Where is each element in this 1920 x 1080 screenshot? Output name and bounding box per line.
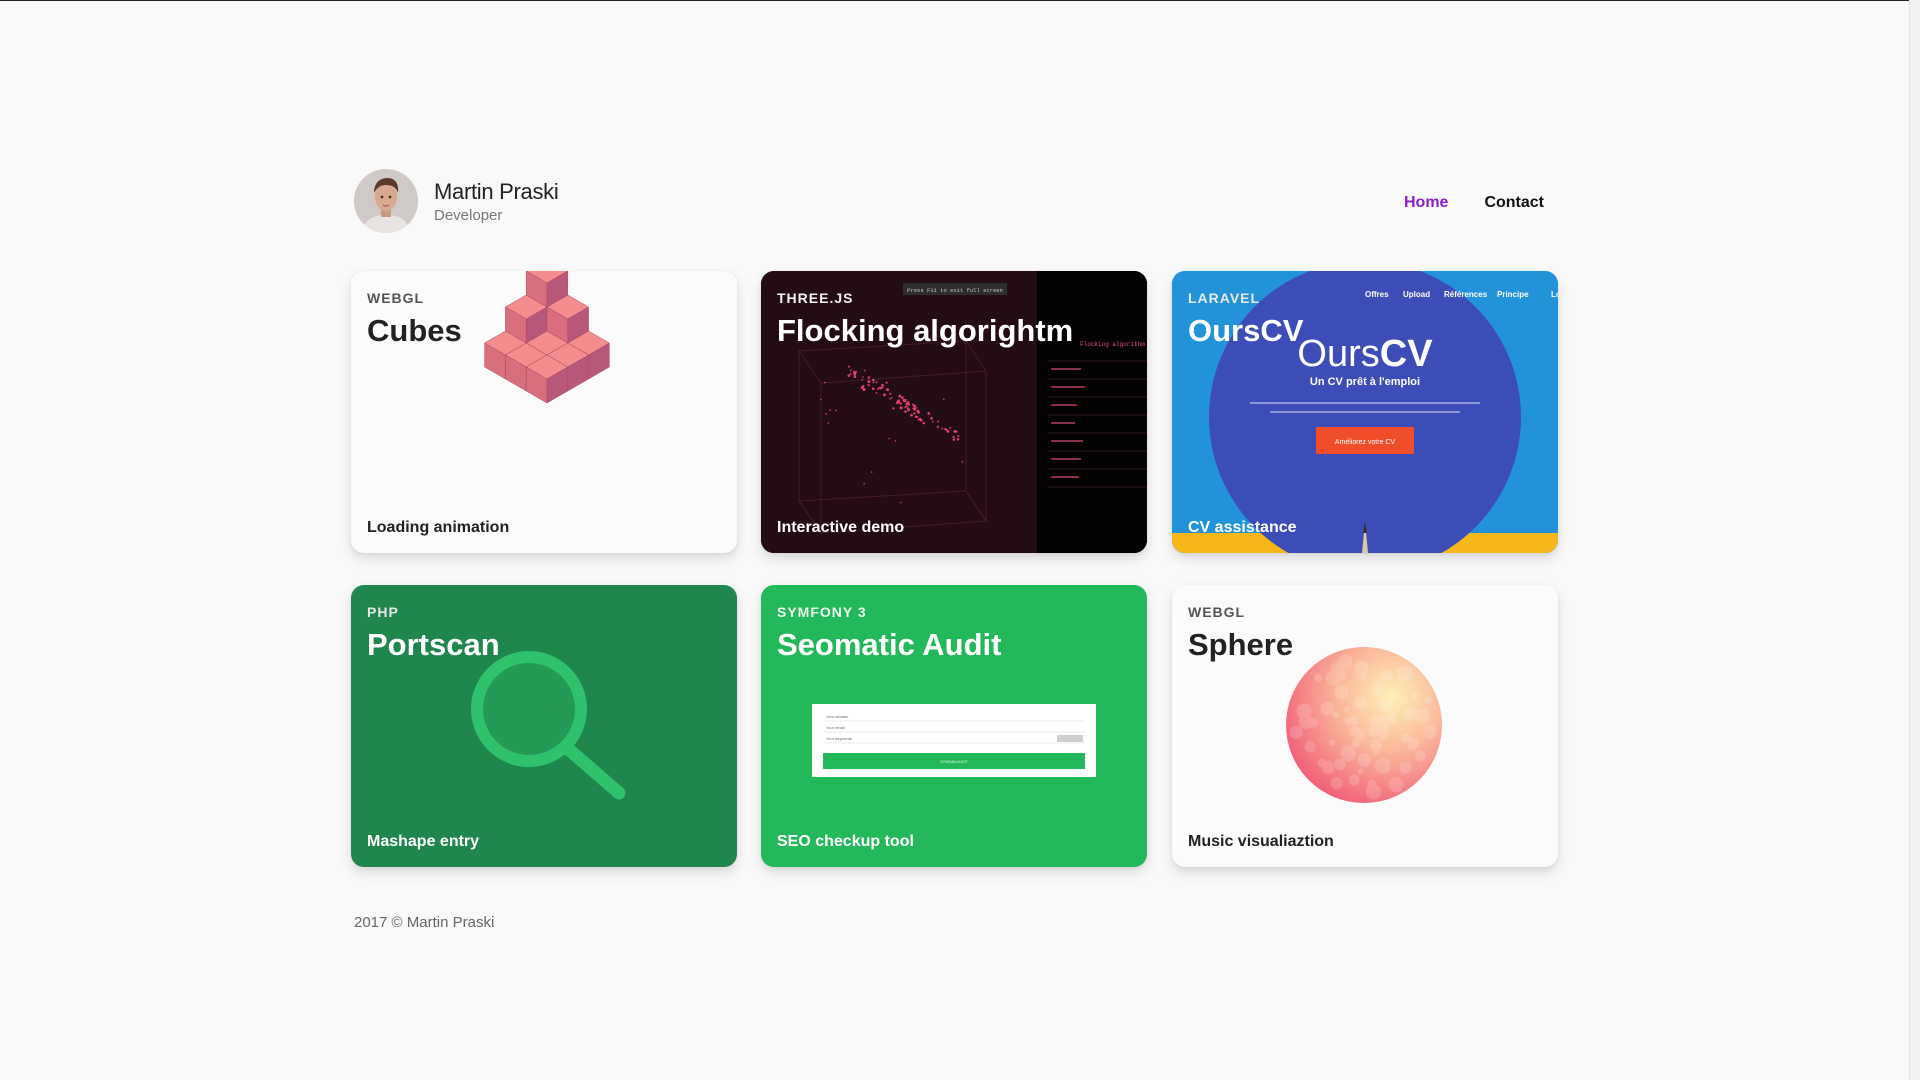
ourscv-nav-upload: Upload: [1403, 290, 1430, 299]
project-title: OursCV: [1188, 313, 1304, 348]
project-tag: SYMFONY 3: [777, 604, 867, 620]
flocking-panel-title: Flocking algorithm: [1080, 341, 1145, 348]
nav-contact-link[interactable]: Contact: [1484, 194, 1544, 212]
audit-submit-button: SYNOMAI AUDIT: [940, 760, 968, 764]
site-footer: 2017 © Martin Praski: [354, 914, 495, 931]
site-owner-name: Martin Praski: [434, 179, 559, 204]
audit-field-email: Your email: [826, 725, 845, 730]
project-description: Interactive demo: [777, 519, 905, 536]
site-header: Martin Praski Developer Home Contact: [354, 168, 1544, 238]
scrollbar[interactable]: [1909, 0, 1920, 1080]
project-title: Seomatic Audit: [777, 627, 1002, 662]
audit-field-domain: Your domain: [826, 714, 848, 719]
avatar-portrait: [354, 169, 418, 233]
ourscv-nav-principe: Principe: [1497, 290, 1529, 299]
project-title: Cubes: [367, 313, 462, 348]
project-description: Music visualiaztion: [1188, 833, 1334, 850]
project-description: Mashape entry: [367, 833, 480, 850]
project-tag: WEBGL: [367, 290, 425, 306]
ourscv-tagline: Un CV prêt à l'emploi: [1310, 376, 1420, 388]
project-card-ourscv[interactable]: Offres Upload Références Principe Lo Our…: [1172, 271, 1558, 553]
project-title: Flocking algorightm: [777, 313, 1074, 348]
ourscv-nav-offres: Offres: [1365, 290, 1389, 299]
project-description: Loading animation: [367, 519, 510, 536]
project-title: Sphere: [1188, 627, 1294, 662]
site-owner-role: Developer: [434, 207, 503, 224]
nav-home-link[interactable]: Home: [1404, 194, 1448, 212]
project-description: SEO checkup tool: [777, 833, 914, 850]
project-tag: PHP: [367, 604, 399, 620]
audit-field-keywords: Your keywords: [826, 736, 852, 741]
project-tag: LARAVEL: [1188, 290, 1261, 306]
project-tag: THREE.JS: [777, 290, 854, 306]
project-card-cubes[interactable]: WEBGL Cubes Loading animation: [351, 271, 737, 553]
project-description: CV assistance: [1188, 519, 1297, 536]
main-nav: Home Contact: [1404, 194, 1544, 212]
fullscreen-hint: Press F11 to exit full screen: [907, 287, 1003, 294]
ourscv-logo: OursCV: [1297, 333, 1433, 375]
top-border: [0, 0, 1920, 1]
project-title: Portscan: [367, 627, 500, 662]
ourscv-cta: Améliorez votre CV: [1335, 439, 1396, 446]
project-card-portscan[interactable]: PHP Portscan Mashape entry: [351, 585, 737, 867]
project-card-seomatic[interactable]: Your domain Your email Your keywords SYN…: [761, 585, 1147, 867]
ourscv-nav-references: Références: [1444, 290, 1488, 299]
project-card-flocking[interactable]: Press F11 to exit full screen Flocking a…: [761, 271, 1147, 553]
ourscv-nav-lo: Lo: [1551, 290, 1558, 299]
avatar[interactable]: [354, 169, 418, 233]
project-tag: WEBGL: [1188, 604, 1246, 620]
project-card-sphere[interactable]: WEBGL Sphere Music visualiaztion: [1172, 585, 1558, 867]
